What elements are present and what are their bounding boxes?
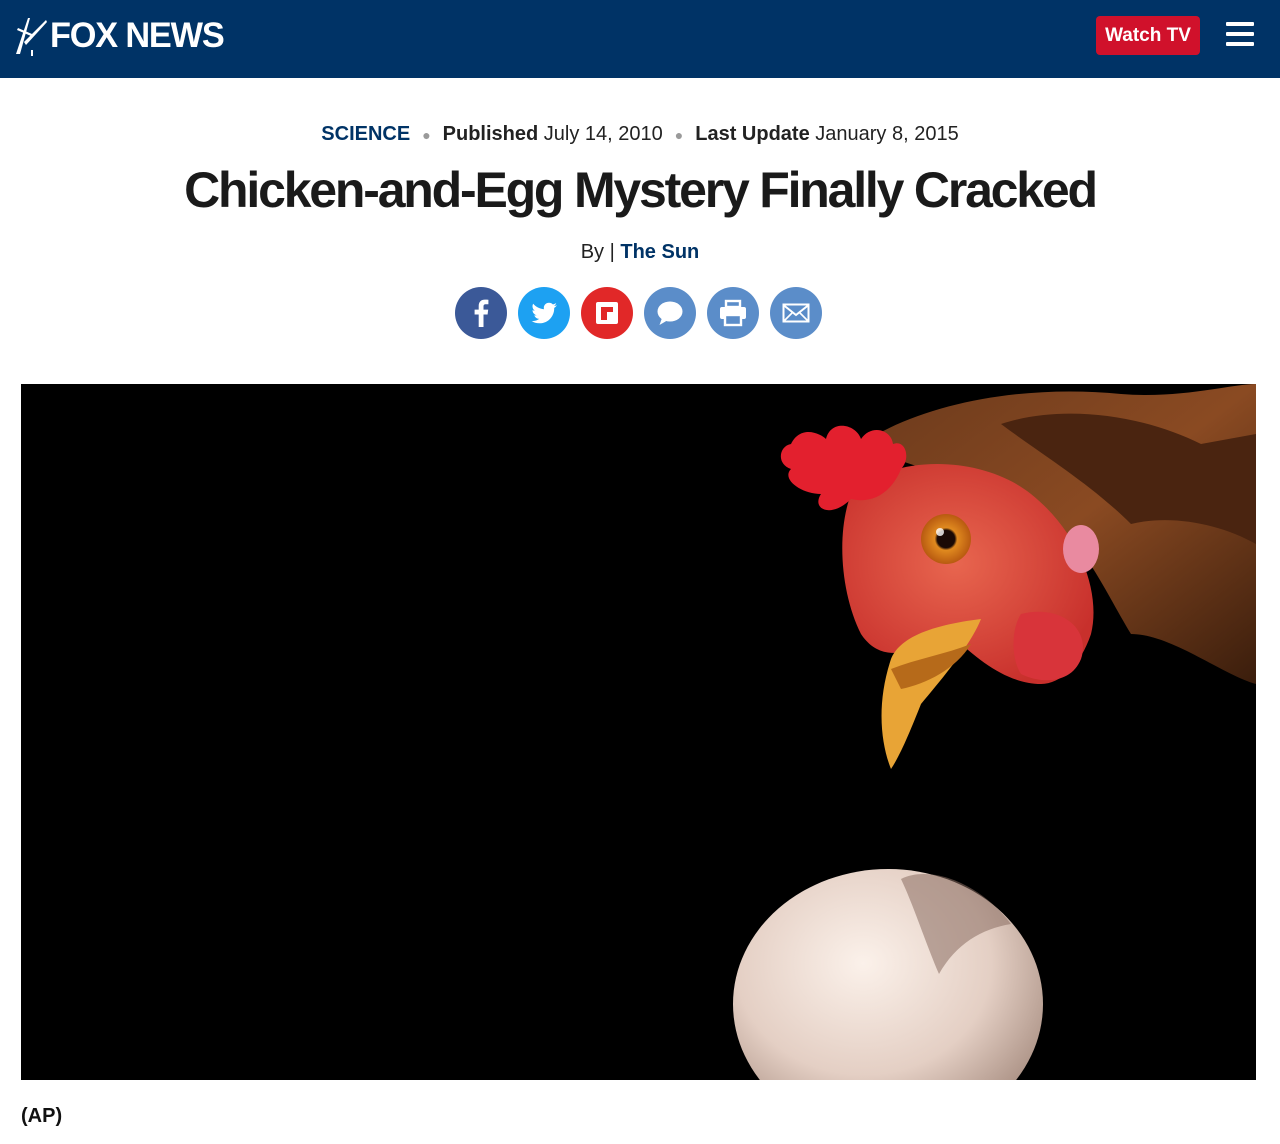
article-meta: SCIENCE ● Published July 14, 2010 ● Last Upd… (0, 120, 1280, 149)
logo-text: FOX NEWS (50, 16, 225, 55)
flipboard-share-button[interactable] (581, 287, 633, 339)
facebook-share-button[interactable] (455, 287, 507, 339)
by-prefix: By | (580, 241, 615, 263)
site-header: FOX NEWS Watch TV (0, 0, 1280, 78)
email-share-button[interactable] (770, 287, 822, 339)
comments-button[interactable] (644, 287, 696, 339)
fox-searchlight-icon (16, 18, 47, 56)
author-link[interactable]: The Sun (620, 241, 699, 263)
updated-label: Last Update (695, 123, 810, 145)
fox-news-logo[interactable]: FOX NEWS (14, 12, 227, 60)
byline: By | The Sun (0, 238, 1280, 266)
published-label: Published (442, 123, 539, 145)
flipboard-icon (596, 302, 618, 324)
comments-icon (657, 301, 683, 325)
separator-dot: ● (422, 126, 431, 143)
print-button[interactable] (707, 287, 759, 339)
chicken-and-egg-photo (21, 384, 1256, 1080)
facebook-icon (474, 299, 489, 327)
image-caption: (AP) (21, 1105, 63, 1127)
email-icon (782, 303, 810, 323)
hamburger-menu-icon[interactable] (1226, 22, 1256, 50)
updated-date: January 8, 2015 (815, 123, 959, 145)
published-date: July 14, 2010 (543, 123, 663, 145)
watch-tv-button[interactable]: Watch TV (1096, 16, 1200, 55)
twitter-icon (531, 302, 557, 324)
article-title: Chicken-and-Egg Mystery Finally Cracked (184, 162, 1098, 218)
separator-dot: ● (674, 126, 684, 143)
hero-image[interactable] (21, 384, 1256, 1080)
twitter-share-button[interactable] (518, 287, 570, 339)
share-bar (455, 287, 822, 339)
category-link[interactable]: SCIENCE (321, 123, 410, 145)
print-icon (720, 299, 746, 327)
